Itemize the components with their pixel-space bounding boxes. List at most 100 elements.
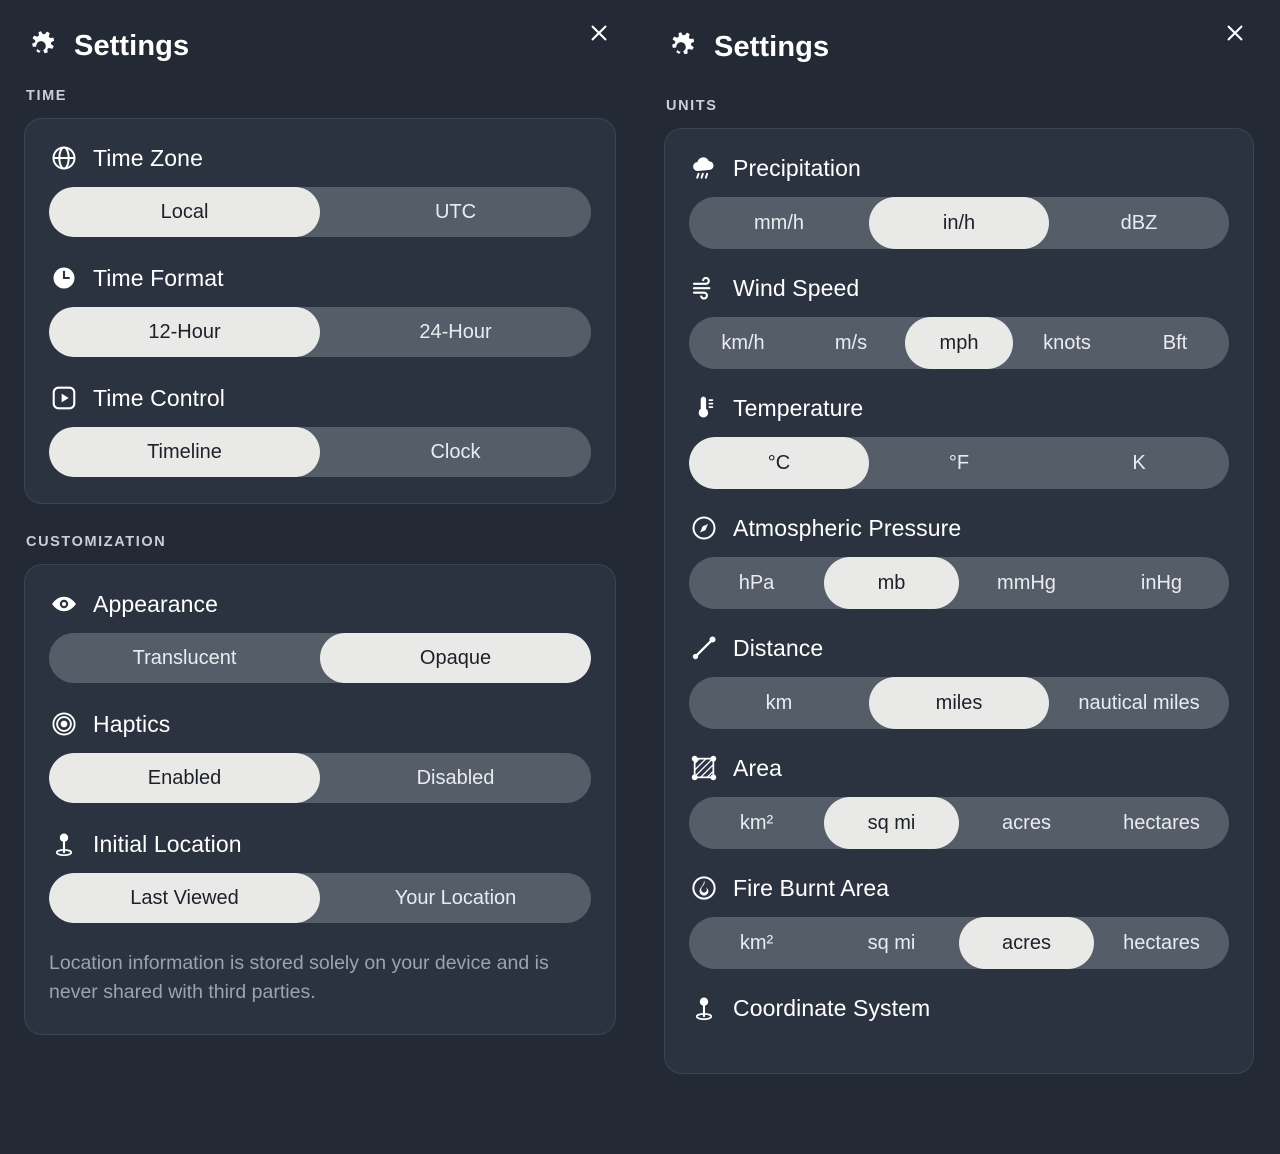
segment-option[interactable]: mph	[905, 317, 1013, 369]
eye-icon	[49, 589, 79, 619]
segmented-time-zone[interactable]: Local UTC	[49, 187, 591, 237]
segment-option[interactable]: Timeline	[49, 427, 320, 477]
segmented-area[interactable]: km² sq mi acres hectares	[689, 797, 1229, 849]
segment-option[interactable]: km	[689, 677, 869, 729]
segment-option[interactable]: °F	[869, 437, 1049, 489]
segmented-precipitation[interactable]: mm/h in/h dBZ	[689, 197, 1229, 249]
setting-header: Temperature	[689, 393, 1229, 423]
segment-option[interactable]: sq mi	[824, 797, 959, 849]
segment-option[interactable]: hPa	[689, 557, 824, 609]
setting-header: Time Control	[49, 383, 591, 413]
setting-header: Atmospheric Pressure	[689, 513, 1229, 543]
section-label-customization: CUSTOMIZATION	[26, 534, 167, 550]
setting-header: Time Format	[49, 263, 591, 293]
settings-panel-left: Settings TIME Time Zone Local UTC Time F…	[0, 0, 640, 1154]
segment-option[interactable]: in/h	[869, 197, 1049, 249]
card-time: Time Zone Local UTC Time Format 12-Hour …	[24, 118, 616, 504]
segmented-haptics[interactable]: Enabled Disabled	[49, 753, 591, 803]
setting-label: Atmospheric Pressure	[733, 514, 962, 541]
segment-option[interactable]: 12-Hour	[49, 307, 320, 357]
segmented-wind-speed[interactable]: km/h m/s mph knots Bft	[689, 317, 1229, 369]
segment-option[interactable]: K	[1049, 437, 1229, 489]
setting-header: Coordinate System	[689, 993, 1229, 1023]
segment-option[interactable]: mmHg	[959, 557, 1094, 609]
segment-option[interactable]: inHg	[1094, 557, 1229, 609]
segment-option[interactable]: Last Viewed	[49, 873, 320, 923]
setting-wind-speed: Wind Speed km/h m/s mph knots Bft	[689, 273, 1229, 369]
haptics-rings-icon	[49, 709, 79, 739]
card-units: Precipitation mm/h in/h dBZ Wind Speed k…	[664, 128, 1254, 1074]
setting-label: Coordinate System	[733, 994, 931, 1021]
location-pin-icon	[49, 829, 79, 859]
thermometer-icon	[689, 393, 719, 423]
segment-option[interactable]: hectares	[1094, 797, 1229, 849]
location-privacy-note: Location information is stored solely on…	[49, 952, 549, 1004]
segment-option[interactable]: Bft	[1121, 317, 1229, 369]
segment-option[interactable]: °C	[689, 437, 869, 489]
segment-option[interactable]: sq mi	[824, 917, 959, 969]
setting-header: Area	[689, 753, 1229, 783]
play-square-icon	[49, 383, 79, 413]
setting-label: Temperature	[733, 394, 864, 421]
segment-option[interactable]: acres	[959, 797, 1094, 849]
setting-label: Time Zone	[93, 144, 203, 171]
segment-option[interactable]: UTC	[320, 187, 591, 237]
segment-option[interactable]: mm/h	[689, 197, 869, 249]
segment-option[interactable]: dBZ	[1049, 197, 1229, 249]
segmented-distance[interactable]: km miles nautical miles	[689, 677, 1229, 729]
segment-option[interactable]: 24-Hour	[320, 307, 591, 357]
setting-label: Area	[733, 754, 782, 781]
gear-icon	[24, 29, 58, 63]
segment-option[interactable]: Opaque	[320, 633, 591, 683]
wind-icon	[689, 273, 719, 303]
setting-label: Precipitation	[733, 154, 861, 181]
segment-option[interactable]: hectares	[1094, 917, 1229, 969]
settings-screen: Settings TIME Time Zone Local UTC Time F…	[0, 0, 1280, 1154]
setting-header: Wind Speed	[689, 273, 1229, 303]
segment-option[interactable]: Your Location	[320, 873, 591, 923]
segmented-time-format[interactable]: 12-Hour 24-Hour	[49, 307, 591, 357]
setting-header: Distance	[689, 633, 1229, 663]
setting-haptics: Haptics Enabled Disabled	[49, 709, 591, 803]
setting-atmospheric-pressure: Atmospheric Pressure hPa mb mmHg inHg	[689, 513, 1229, 609]
segment-option[interactable]: km²	[689, 797, 824, 849]
setting-coordinate-system: Coordinate System	[689, 993, 1229, 1023]
close-icon[interactable]	[582, 16, 616, 50]
segment-option[interactable]: Disabled	[320, 753, 591, 803]
segmented-atmospheric-pressure[interactable]: hPa mb mmHg inHg	[689, 557, 1229, 609]
segment-option[interactable]: m/s	[797, 317, 905, 369]
setting-time-zone: Time Zone Local UTC	[49, 143, 591, 237]
setting-precipitation: Precipitation mm/h in/h dBZ	[689, 153, 1229, 249]
segment-option[interactable]: km²	[689, 917, 824, 969]
segment-option[interactable]: acres	[959, 917, 1094, 969]
segment-option[interactable]: miles	[869, 677, 1049, 729]
segmented-initial-location[interactable]: Last Viewed Your Location	[49, 873, 591, 923]
segmented-appearance[interactable]: Translucent Opaque	[49, 633, 591, 683]
panel-header-left: Settings	[24, 0, 616, 78]
close-icon[interactable]	[1218, 16, 1252, 50]
setting-initial-location: Initial Location Last Viewed Your Locati…	[49, 829, 591, 923]
segment-option[interactable]: Local	[49, 187, 320, 237]
setting-label: Appearance	[93, 590, 219, 617]
segment-option[interactable]: Enabled	[49, 753, 320, 803]
segment-option[interactable]: knots	[1013, 317, 1121, 369]
rain-cloud-icon	[689, 153, 719, 183]
setting-label: Wind Speed	[733, 274, 860, 301]
distance-line-icon	[689, 633, 719, 663]
section-label-units: UNITS	[666, 98, 718, 114]
segment-option[interactable]: km/h	[689, 317, 797, 369]
segmented-fire-burnt-area[interactable]: km² sq mi acres hectares	[689, 917, 1229, 969]
segment-option[interactable]: Translucent	[49, 633, 320, 683]
segment-option[interactable]: mb	[824, 557, 959, 609]
setting-temperature: Temperature °C °F K	[689, 393, 1229, 489]
segment-option[interactable]: Clock	[320, 427, 591, 477]
setting-label: Distance	[733, 634, 824, 661]
panel-title: Settings	[714, 30, 830, 63]
segmented-time-control[interactable]: Timeline Clock	[49, 427, 591, 477]
section-label-time: TIME	[26, 88, 68, 104]
setting-label: Fire Burnt Area	[733, 874, 890, 901]
segmented-temperature[interactable]: °C °F K	[689, 437, 1229, 489]
flame-circle-icon	[689, 873, 719, 903]
segment-option[interactable]: nautical miles	[1049, 677, 1229, 729]
globe-icon	[49, 143, 79, 173]
